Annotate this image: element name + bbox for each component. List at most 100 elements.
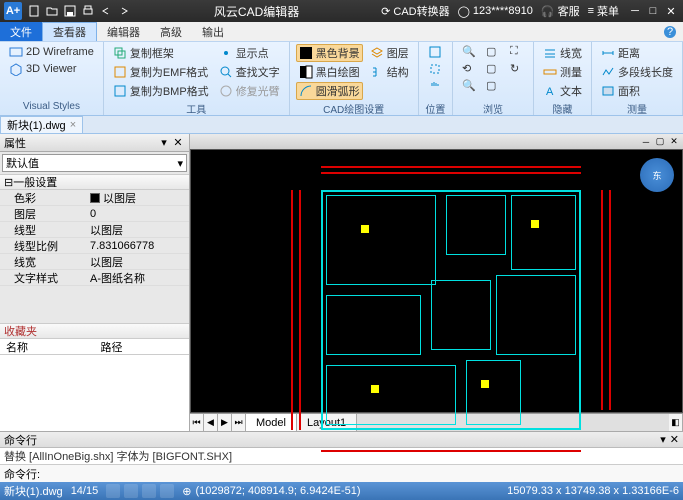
property-row[interactable]: 线型比例7.831066778 xyxy=(0,238,189,254)
canvas-min-icon[interactable]: ─ xyxy=(640,136,652,148)
grid-toggle[interactable] xyxy=(124,484,138,498)
tab-model[interactable]: Model xyxy=(246,414,297,431)
drawing-canvas[interactable]: 东 xyxy=(190,149,683,413)
copy-icon xyxy=(113,46,127,60)
tab-output[interactable]: 输出 xyxy=(192,22,234,41)
close-button[interactable]: ✕ xyxy=(663,3,679,19)
cmd-dropdown-icon[interactable]: ▾ xyxy=(660,433,666,446)
smooth-arc-button[interactable]: 圆滑弧形 xyxy=(296,82,363,100)
property-value[interactable]: 0 xyxy=(90,206,189,221)
copy-bmp-button[interactable]: 复制为BMP格式 xyxy=(110,82,212,100)
close-tab-icon[interactable]: × xyxy=(70,119,76,131)
polar-toggle[interactable] xyxy=(160,484,174,498)
open-icon[interactable] xyxy=(44,3,60,19)
tab-viewer[interactable]: 查看器 xyxy=(42,22,97,41)
command-input-row: 命令行: xyxy=(0,464,683,482)
menu-button[interactable]: ≡菜单 xyxy=(588,3,619,19)
print-icon[interactable] xyxy=(80,3,96,19)
maximize-button[interactable]: □ xyxy=(645,3,661,19)
command-prompt-label: 命令行: xyxy=(4,466,40,482)
property-key: 线型比例 xyxy=(0,238,90,253)
pan-button[interactable] xyxy=(425,78,445,94)
view-compass[interactable]: 东 xyxy=(640,158,674,192)
text-toggle-button[interactable]: A文本 xyxy=(540,82,585,100)
property-selector[interactable]: 默认值 ▾ xyxy=(2,154,187,172)
area-icon xyxy=(601,84,615,98)
copy-emf-button[interactable]: 复制为EMF格式 xyxy=(110,63,212,81)
polyline-length-button[interactable]: 多段线长度 xyxy=(598,63,676,81)
property-value[interactable]: 以图层 xyxy=(90,222,189,237)
section-favorites[interactable]: 收藏夹 xyxy=(0,323,189,339)
redo-icon[interactable] xyxy=(116,3,132,19)
zoom-out-button[interactable]: 🔍 xyxy=(459,78,479,94)
orbit-button[interactable]: ⟲ xyxy=(459,61,479,77)
fullscreen-button[interactable]: ⛶ xyxy=(507,44,527,60)
tab-editor[interactable]: 编辑器 xyxy=(97,22,150,41)
property-value[interactable]: 7.831066778 xyxy=(90,238,189,253)
tab-nav-first[interactable]: ⏮ xyxy=(190,414,204,431)
property-row[interactable]: 文字样式A-图纸名称 xyxy=(0,270,189,286)
property-row[interactable]: 线型以图层 xyxy=(0,222,189,238)
find-text-button[interactable]: 查找文字 xyxy=(216,63,283,81)
property-value[interactable]: A-图纸名称 xyxy=(90,270,189,285)
black-bg-button[interactable]: 黑色背景 xyxy=(296,44,363,62)
cmd-close-icon[interactable]: ✕ xyxy=(670,433,679,446)
support-button[interactable]: 🎧客服 xyxy=(541,3,580,19)
canvas-max-icon[interactable]: ▢ xyxy=(654,136,666,148)
property-row[interactable]: 图层0 xyxy=(0,206,189,222)
distance-button[interactable]: 距离 xyxy=(598,44,676,62)
black-draw-button[interactable]: 黑白绘图 xyxy=(296,63,363,81)
arc-icon xyxy=(299,84,313,98)
display-point-button[interactable]: 显示点 xyxy=(216,44,283,62)
tab-file[interactable]: 文件 xyxy=(0,22,42,41)
status-filename: 新块(1).dwg xyxy=(4,483,63,499)
color-swatch xyxy=(90,193,100,203)
measure-toggle-button[interactable]: 测量 xyxy=(540,63,585,81)
panel-close-icon[interactable]: ✕ xyxy=(171,136,185,150)
viewer3d-button[interactable]: 3D Viewer xyxy=(6,61,97,77)
cad-converter-button[interactable]: ⟳CAD转换器 xyxy=(381,3,449,19)
new-icon[interactable] xyxy=(26,3,42,19)
property-key: 色彩 xyxy=(0,190,90,205)
property-row[interactable]: 色彩以图层 xyxy=(0,190,189,206)
minimize-button[interactable]: ─ xyxy=(627,3,643,19)
command-input[interactable] xyxy=(44,468,679,480)
property-grid: 色彩以图层图层0线型以图层线型比例7.831066778线宽以图层文字样式A-图… xyxy=(0,190,189,286)
canvas-close-icon[interactable]: ✕ xyxy=(668,136,680,148)
tab-nav-next[interactable]: ▶ xyxy=(218,414,232,431)
user-account[interactable]: ◯123****8910 xyxy=(458,5,533,18)
save-icon[interactable] xyxy=(62,3,78,19)
ortho-toggle[interactable] xyxy=(142,484,156,498)
view-side-button[interactable]: ▢ xyxy=(483,78,503,94)
copy-box-button[interactable]: 复制框架 xyxy=(110,44,212,62)
property-value[interactable]: 以图层 xyxy=(90,254,189,269)
zoom-window-button[interactable] xyxy=(425,61,445,77)
view-front-button[interactable]: ▢ xyxy=(483,61,503,77)
area-button[interactable]: 面积 xyxy=(598,82,676,100)
refresh-button[interactable]: ↻ xyxy=(507,61,527,77)
favorites-grid: 名称 路径 xyxy=(0,339,189,431)
title-bar: A+ 风云CAD编辑器 ⟳CAD转换器 ◯123****8910 🎧客服 ≡菜单… xyxy=(0,0,683,22)
zoom-in-button[interactable]: 🔍 xyxy=(459,44,479,60)
property-row[interactable]: 线宽以图层 xyxy=(0,254,189,270)
zoom-extents-button[interactable] xyxy=(425,44,445,60)
wireframe-button[interactable]: 2D Wireframe xyxy=(6,44,97,60)
undo-icon[interactable] xyxy=(98,3,114,19)
layer-button[interactable]: 图层 xyxy=(367,44,412,62)
linewidth-button[interactable]: 线宽 xyxy=(540,44,585,62)
view-top-button[interactable]: ▢ xyxy=(483,44,503,60)
tab-nav-prev[interactable]: ◀ xyxy=(204,414,218,431)
group-label: Visual Styles xyxy=(6,101,97,115)
repair-cd-button[interactable]: 修复光臂 xyxy=(216,82,283,100)
group-label: 隐藏 xyxy=(540,101,585,115)
section-general[interactable]: ⊟ 一般设置 xyxy=(0,174,189,190)
tab-advanced[interactable]: 高级 xyxy=(150,22,192,41)
tab-nav-last[interactable]: ⏭ xyxy=(232,414,246,431)
property-value[interactable]: 以图层 xyxy=(90,190,189,205)
tab-options-icon[interactable]: ◧ xyxy=(669,414,683,431)
help-icon[interactable]: ? xyxy=(657,22,683,41)
structure-button[interactable]: 结构 xyxy=(367,63,412,81)
panel-dropdown-icon[interactable]: ▾ xyxy=(157,136,171,150)
document-tab[interactable]: 新块(1).dwg × xyxy=(0,116,83,133)
snap-toggle[interactable] xyxy=(106,484,120,498)
